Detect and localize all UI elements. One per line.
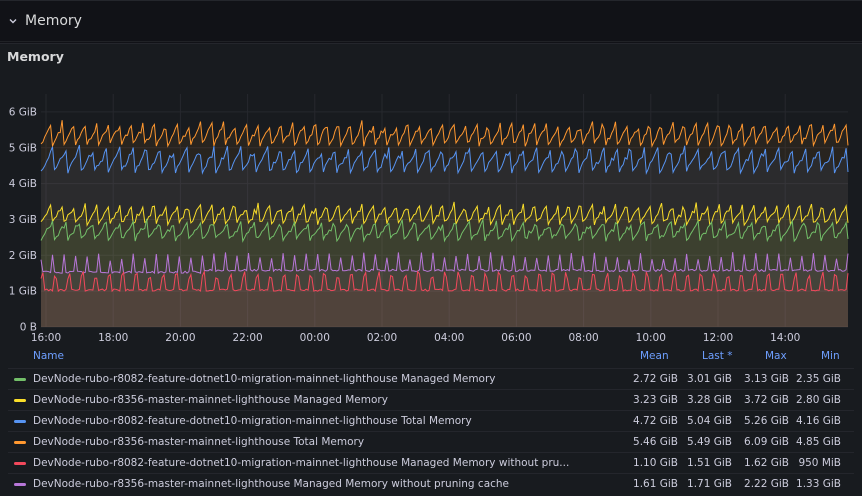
series-color-swatch bbox=[14, 420, 26, 423]
row-title[interactable]: Memory bbox=[25, 13, 82, 29]
series-color-swatch bbox=[14, 399, 26, 402]
memory-panel: Memory 0 B1 GiB 2 GiB 3 GiB 4 GiB 5 GiB 6 GiB… bbox=[0, 43, 862, 496]
legend-row[interactable]: DevNode-rubo-r8082-feature-dotnet10-migr… bbox=[8, 410, 854, 430]
y-tick-label: 6 GiB bbox=[9, 106, 37, 118]
chevron-down-icon[interactable] bbox=[7, 15, 19, 27]
legend-row[interactable]: DevNode-rubo-r8082-feature-dotnet10-migr… bbox=[8, 452, 854, 472]
legend-header-name[interactable]: Name bbox=[33, 350, 64, 362]
series-min: 950 MiB bbox=[798, 457, 841, 469]
series-name[interactable]: DevNode-rubo-r8082-feature-dotnet10-migr… bbox=[33, 373, 496, 385]
series-min: 1.33 GiB bbox=[796, 478, 841, 490]
x-tick-label: 10:00 bbox=[636, 332, 666, 344]
series-color-swatch bbox=[14, 378, 26, 381]
x-tick-label: 20:00 bbox=[165, 332, 195, 344]
x-tick-label: 22:00 bbox=[232, 332, 262, 344]
memory-chart[interactable]: 0 B1 GiB2 GiB3 GiB4 GiB5 GiB6 GiB16:00 18… bbox=[0, 44, 862, 348]
x-tick-label: 16:00 bbox=[31, 332, 61, 344]
x-tick-label: 08:00 bbox=[568, 332, 598, 344]
y-tick-label: 3 GiB bbox=[9, 214, 37, 226]
x-tick-label: 06:00 bbox=[501, 332, 531, 344]
legend-row[interactable]: DevNode-rubo-r8356-master-mainnet-lighth… bbox=[8, 431, 854, 451]
legend-header-min[interactable]: Min bbox=[821, 350, 840, 362]
legend-header-mean[interactable]: Mean bbox=[640, 350, 669, 362]
series-min: 4.85 GiB bbox=[796, 436, 841, 448]
series-name[interactable]: DevNode-rubo-r8356-master-mainnet-lighth… bbox=[33, 436, 364, 448]
series-color-swatch bbox=[14, 441, 26, 444]
legend-header-max[interactable]: Max bbox=[765, 350, 787, 362]
x-tick-label: 12:00 bbox=[703, 332, 733, 344]
series-name[interactable]: DevNode-rubo-r8082-feature-dotnet10-migr… bbox=[33, 457, 569, 469]
x-tick-label: 14:00 bbox=[770, 332, 800, 344]
x-tick-label: 02:00 bbox=[367, 332, 397, 344]
legend-header: Name Mean Last * Max Min bbox=[0, 350, 862, 364]
series-color-swatch bbox=[14, 483, 26, 486]
series-name[interactable]: DevNode-rubo-r8082-feature-dotnet10-migr… bbox=[33, 415, 472, 427]
x-tick-label: 18:00 bbox=[98, 332, 128, 344]
x-tick-label: 04:00 bbox=[434, 332, 464, 344]
series-min: 2.35 GiB bbox=[796, 373, 841, 385]
legend-row[interactable]: DevNode-rubo-r8356-master-mainnet-lighth… bbox=[8, 473, 854, 493]
legend-row[interactable]: DevNode-rubo-r8356-master-mainnet-lighth… bbox=[8, 389, 854, 409]
y-tick-label: 4 GiB bbox=[9, 178, 37, 190]
x-tick-label: 00:00 bbox=[300, 332, 330, 344]
legend-row[interactable]: DevNode-rubo-r8082-feature-dotnet10-migr… bbox=[8, 368, 854, 388]
y-tick-label: 5 GiB bbox=[9, 142, 37, 154]
series-name[interactable]: DevNode-rubo-r8356-master-mainnet-lighth… bbox=[33, 478, 509, 490]
series-name[interactable]: DevNode-rubo-r8356-master-mainnet-lighth… bbox=[33, 394, 388, 406]
series-min: 4.16 GiB bbox=[796, 415, 841, 427]
legend-header-last[interactable]: Last * bbox=[702, 350, 732, 362]
y-tick-label: 2 GiB bbox=[9, 250, 37, 262]
y-tick-label: 1 GiB bbox=[9, 286, 37, 298]
series-color-swatch bbox=[14, 462, 26, 465]
series-min: 2.80 GiB bbox=[796, 394, 841, 406]
row-header[interactable]: Memory bbox=[0, 0, 862, 42]
